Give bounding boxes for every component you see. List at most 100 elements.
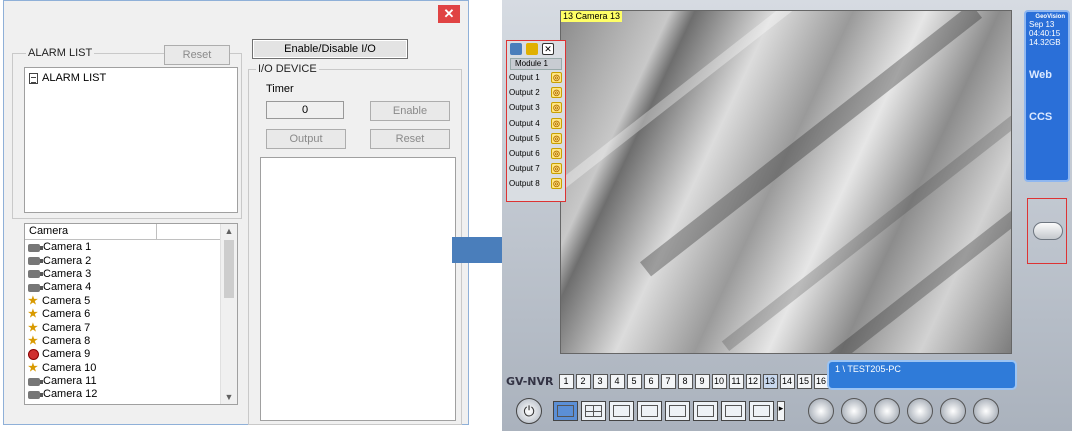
layout-16-icon[interactable] bbox=[749, 401, 774, 421]
back-icon[interactable] bbox=[510, 43, 522, 55]
layout-6-icon[interactable] bbox=[609, 401, 634, 421]
document-icon bbox=[29, 72, 38, 84]
camera-list-item[interactable]: Camera 12 bbox=[25, 388, 220, 401]
status-side-panel: GeoVision Sep 13 04:40:15 14.32GB Web CC… bbox=[1024, 10, 1070, 182]
scroll-down-icon[interactable]: ▼ bbox=[221, 390, 237, 404]
alarm-io-dialog: ✕ ALARM LIST Reset ALARM LIST Camera Cam… bbox=[3, 0, 469, 425]
close-panel-icon[interactable]: ✕ bbox=[542, 43, 554, 55]
camera-number-button[interactable]: 13 bbox=[762, 374, 778, 389]
output-trigger-icon[interactable]: ◎ bbox=[551, 72, 562, 84]
camera-number-button[interactable]: 2 bbox=[575, 374, 591, 389]
scroll-thumb[interactable] bbox=[224, 240, 234, 298]
camera-number-button[interactable]: 6 bbox=[643, 374, 659, 389]
camera-list-item-label: Camera 12 bbox=[43, 388, 98, 401]
io-output-row: Output 3 ◎ bbox=[507, 100, 565, 115]
camera-number-button[interactable]: 4 bbox=[609, 374, 625, 389]
network-icon[interactable] bbox=[940, 398, 966, 424]
alarm-tree-root[interactable]: ALARM LIST bbox=[29, 72, 106, 84]
output-trigger-icon[interactable]: ◎ bbox=[551, 117, 562, 129]
io-output-label: Output 2 bbox=[509, 88, 540, 98]
enable-disable-io-button[interactable]: Enable/Disable I/O bbox=[252, 39, 408, 59]
io-device-group-title: I/O DEVICE bbox=[256, 63, 319, 75]
camera-number-button[interactable]: 15 bbox=[796, 374, 812, 389]
layout-9-icon[interactable] bbox=[665, 401, 690, 421]
scroll-up-icon[interactable]: ▲ bbox=[221, 224, 237, 238]
running-icon: ★ bbox=[28, 294, 38, 307]
running-icon: ★ bbox=[28, 334, 38, 347]
camera-number-button[interactable]: 11 bbox=[728, 374, 744, 389]
camera-number-button[interactable]: 10 bbox=[711, 374, 727, 389]
camera-list-item[interactable]: ★ Camera 10 bbox=[25, 362, 220, 375]
camera-list[interactable]: Camera Camera 1 Camera 2 Camera 3 Camera 4 ★… bbox=[24, 223, 238, 405]
io-settings-icon[interactable] bbox=[526, 43, 538, 55]
camera-view[interactable]: 13 Camera 13 bbox=[560, 10, 1012, 354]
power-icon[interactable]: ⏻ bbox=[516, 398, 542, 424]
camera-number-button[interactable]: 12 bbox=[745, 374, 761, 389]
camera-list-item[interactable]: ★ Camera 6 bbox=[25, 308, 220, 321]
close-button[interactable]: ✕ bbox=[438, 5, 460, 23]
camera-number-buttons: 1 2 3 4 5 6 7 8 9 10 11 12 13 14 15 16 bbox=[558, 374, 829, 389]
io-enable-button[interactable]: Enable bbox=[370, 101, 450, 121]
output-trigger-icon[interactable]: ◎ bbox=[551, 178, 562, 190]
io-output-label: Output 1 bbox=[509, 73, 540, 83]
time-display: 04:40:15 bbox=[1029, 29, 1061, 38]
camera-list-item[interactable]: ★ Camera 8 bbox=[25, 335, 220, 348]
camera-list-item-label: Camera 1 bbox=[43, 241, 92, 254]
camera-number-button[interactable]: 8 bbox=[677, 374, 693, 389]
layout-more-icon[interactable]: ▸ bbox=[777, 401, 785, 421]
camera-list-item[interactable]: Camera 2 bbox=[25, 254, 220, 267]
configure-icon[interactable] bbox=[874, 398, 900, 424]
camera-number-bar: GV-NVR 12345678910111213141516 ▸ bbox=[506, 374, 839, 389]
io-device-list[interactable] bbox=[260, 157, 456, 421]
io-output-button[interactable]: Output bbox=[266, 129, 346, 149]
camera-list-item[interactable]: ★ Camera 7 bbox=[25, 321, 220, 334]
camera-column-header-2[interactable] bbox=[157, 224, 221, 239]
camera-icon bbox=[28, 257, 43, 266]
gv-nvr-logo: GV-NVR bbox=[506, 375, 554, 388]
layout-13-icon[interactable] bbox=[721, 401, 746, 421]
camera-list-item[interactable]: Camera 3 bbox=[25, 268, 220, 281]
camera-number-button[interactable]: 1 bbox=[558, 374, 574, 389]
camera-list-item[interactable]: Camera 11 bbox=[25, 375, 220, 388]
camera-list-scrollbar[interactable]: ▲ ▼ bbox=[220, 224, 237, 404]
output-trigger-icon[interactable]: ◎ bbox=[551, 102, 562, 114]
io-output-label: Output 3 bbox=[509, 103, 540, 113]
camera-list-item-label: Camera 2 bbox=[43, 254, 92, 267]
timer-input[interactable]: 0 bbox=[266, 101, 344, 119]
web-button[interactable]: Web bbox=[1029, 69, 1065, 81]
camera-column-header[interactable]: Camera bbox=[25, 224, 157, 239]
camera-list-item[interactable]: ★ Camera 5 bbox=[25, 295, 220, 308]
camera-number-button[interactable]: 9 bbox=[694, 374, 710, 389]
alarm-tree-root-label: ALARM LIST bbox=[42, 72, 107, 84]
viewlog-icon[interactable] bbox=[907, 398, 933, 424]
io-output-label: Output 4 bbox=[509, 118, 540, 128]
camera-number-button[interactable]: 3 bbox=[592, 374, 608, 389]
camera-list-item[interactable]: Camera 4 bbox=[25, 281, 220, 294]
io-reset-button[interactable]: Reset bbox=[370, 129, 450, 149]
camera-number-button[interactable]: 5 bbox=[626, 374, 642, 389]
ccs-button[interactable]: CCS bbox=[1029, 111, 1065, 123]
output-trigger-icon[interactable]: ◎ bbox=[551, 132, 562, 144]
alarm-reset-button[interactable]: Reset bbox=[164, 45, 230, 65]
camera-list-item[interactable]: Camera 9 bbox=[25, 348, 220, 361]
schedule-icon[interactable] bbox=[841, 398, 867, 424]
camera-list-item-label: Camera 3 bbox=[43, 267, 92, 280]
layout-1-icon[interactable] bbox=[553, 401, 578, 421]
camera-list-item[interactable]: Camera 1 bbox=[25, 241, 220, 254]
output-trigger-icon[interactable]: ◎ bbox=[551, 148, 562, 160]
output-trigger-icon[interactable]: ◎ bbox=[551, 87, 562, 99]
layout-10-icon[interactable] bbox=[693, 401, 718, 421]
io-output-label: Output 6 bbox=[509, 149, 540, 159]
camera-list-item-label: Camera 5 bbox=[42, 294, 91, 307]
output-trigger-icon[interactable]: ◎ bbox=[551, 163, 562, 175]
alarm-tree[interactable]: ALARM LIST bbox=[24, 67, 238, 213]
io-output-row: Output 8 ◎ bbox=[507, 176, 565, 191]
io-toggle-button[interactable] bbox=[1033, 222, 1063, 240]
remote-icon[interactable] bbox=[973, 398, 999, 424]
camera-list-item-label: Camera 11 bbox=[43, 375, 97, 388]
camera-number-button[interactable]: 14 bbox=[779, 374, 795, 389]
layout-8-icon[interactable] bbox=[637, 401, 662, 421]
layout-4-icon[interactable] bbox=[581, 401, 606, 421]
camera-number-button[interactable]: 7 bbox=[660, 374, 676, 389]
camera-tools-icon[interactable] bbox=[808, 398, 834, 424]
